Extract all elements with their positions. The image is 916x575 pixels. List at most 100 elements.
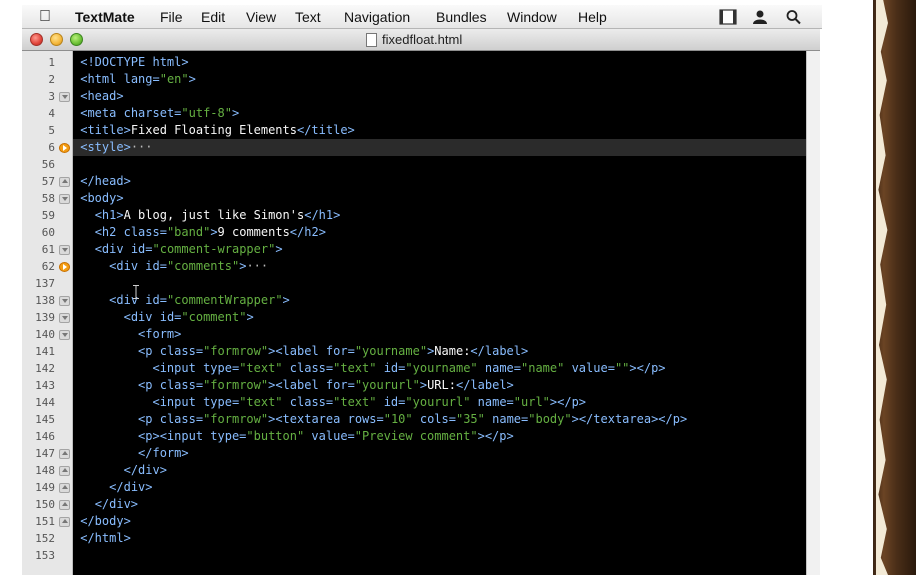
- code-line[interactable]: <p class="formrow"><label for="yoururl">…: [73, 377, 806, 394]
- window-close-button[interactable]: [30, 33, 43, 46]
- window-title: fixedfloat.html: [382, 32, 463, 47]
- line-number: 147: [35, 447, 55, 460]
- code-line[interactable]: <body>: [73, 190, 806, 207]
- line-number-gutter[interactable]: 1 2 3 4 5 6 56 57 58 59 60 61 62 137 138 139 140 141 142 14…: [22, 51, 73, 575]
- spotlight-search-icon[interactable]: [785, 9, 803, 25]
- code-line[interactable]: <p class="formrow"><label for="yourname"…: [73, 343, 806, 360]
- code-line[interactable]: <div id="commentWrapper">: [73, 292, 806, 309]
- code-line[interactable]: <title>Fixed Floating Elements</title>: [73, 122, 806, 139]
- code-token: >: [282, 293, 290, 307]
- document-proxy-icon[interactable]: [366, 33, 377, 47]
- code-line[interactable]: <h1>A blog, just like Simon's</h1>: [73, 207, 806, 224]
- code-line[interactable]: [73, 156, 806, 173]
- code-line[interactable]: <p><input type="button" value="Preview c…: [73, 428, 806, 445]
- code-line[interactable]: <html lang="en">: [73, 71, 806, 88]
- menu-window[interactable]: Window: [507, 9, 557, 25]
- gutter-row: 58: [22, 190, 73, 207]
- folded-code-ellipsis[interactable]: ···: [131, 140, 153, 154]
- gutter-row: 142: [22, 360, 73, 377]
- fold-end-icon[interactable]: [59, 517, 70, 527]
- code-token: "comment": [181, 310, 247, 324]
- apple-menu-icon[interactable]: : [39, 8, 51, 26]
- code-line-current[interactable]: <style>···: [73, 139, 806, 156]
- code-line[interactable]: </head>: [73, 173, 806, 190]
- line-number: 151: [35, 515, 55, 528]
- fold-end-icon[interactable]: [59, 466, 70, 476]
- line-number: 149: [35, 481, 55, 494]
- user-account-icon[interactable]: [751, 9, 769, 25]
- code-editor[interactable]: <!DOCTYPE html> <html lang="en"> <head> …: [73, 51, 806, 575]
- menu-navigation[interactable]: Navigation: [344, 9, 410, 25]
- code-line[interactable]: <div id="comments">···: [73, 258, 806, 275]
- menu-view[interactable]: View: [246, 9, 276, 25]
- code-line[interactable]: <input type="text" class="text" id="your…: [73, 394, 806, 411]
- fold-start-icon[interactable]: [59, 194, 70, 204]
- code-line[interactable]: <div id="comment">: [73, 309, 806, 326]
- vertical-scrollbar[interactable]: [806, 51, 820, 575]
- code-token: "10": [383, 412, 413, 426]
- gutter-row: 151: [22, 513, 73, 530]
- fold-collapsed-icon[interactable]: [59, 143, 70, 153]
- fold-start-icon[interactable]: [59, 296, 70, 306]
- code-line[interactable]: <meta charset="utf-8">: [73, 105, 806, 122]
- menu-text[interactable]: Text: [295, 9, 321, 25]
- code-line[interactable]: </html>: [73, 530, 806, 547]
- line-number: 150: [35, 498, 55, 511]
- code-token: A blog, just like Simon's: [123, 208, 305, 222]
- menu-edit[interactable]: Edit: [201, 9, 225, 25]
- line-number: 56: [41, 158, 55, 171]
- code-token: value=: [304, 429, 355, 443]
- window-zoom-button[interactable]: [70, 33, 83, 46]
- code-line[interactable]: </div>: [73, 462, 806, 479]
- gutter-row: 146: [22, 428, 73, 445]
- code-token: </h2>: [289, 225, 326, 239]
- code-token: </title>: [296, 123, 355, 137]
- menu-file[interactable]: File: [160, 9, 183, 25]
- window-title-bar[interactable]: fixedfloat.html: [22, 29, 820, 51]
- code-token: name=: [484, 412, 529, 426]
- fold-start-icon[interactable]: [59, 313, 70, 323]
- code-token: "commentWrapper": [166, 293, 283, 307]
- code-line[interactable]: <div id="comment-wrapper">: [73, 241, 806, 258]
- fold-end-icon[interactable]: [59, 483, 70, 493]
- code-line[interactable]: <head>: [73, 88, 806, 105]
- code-line[interactable]: <input type="text" class="text" id="your…: [73, 360, 806, 377]
- fold-start-icon[interactable]: [59, 92, 70, 102]
- fold-collapsed-icon[interactable]: [59, 262, 70, 272]
- code-token: lang=: [123, 72, 160, 86]
- menu-app-name[interactable]: TextMate: [75, 9, 135, 25]
- menu-bundles[interactable]: Bundles: [436, 9, 487, 25]
- fold-end-icon[interactable]: [59, 500, 70, 510]
- code-line[interactable]: </div>: [73, 479, 806, 496]
- screen-recording-icon[interactable]: [719, 9, 737, 25]
- folded-code-ellipsis[interactable]: ···: [246, 259, 268, 273]
- menu-help[interactable]: Help: [578, 9, 607, 25]
- gutter-row: 62: [22, 258, 73, 275]
- gutter-row: 144: [22, 394, 73, 411]
- fold-start-icon[interactable]: [59, 245, 70, 255]
- gutter-row: 145: [22, 411, 73, 428]
- code-token: "comments": [166, 259, 240, 273]
- code-line[interactable]: </div>: [73, 496, 806, 513]
- code-line[interactable]: <h2 class="band">9 comments</h2>: [73, 224, 806, 241]
- line-number: 139: [35, 311, 55, 324]
- code-line[interactable]: </body>: [73, 513, 806, 530]
- code-line[interactable]: <form>: [73, 326, 806, 343]
- code-token: for=: [325, 344, 355, 358]
- code-line[interactable]: [73, 275, 806, 292]
- code-token: <input: [152, 395, 204, 409]
- code-token: rows=: [347, 412, 384, 426]
- code-token: class=: [159, 378, 204, 392]
- code-line[interactable]: <!DOCTYPE html>: [73, 54, 806, 71]
- code-line[interactable]: <p class="formrow"><textarea rows="10" c…: [73, 411, 806, 428]
- window-minimize-button[interactable]: [50, 33, 63, 46]
- gutter-row: 147: [22, 445, 73, 462]
- fold-start-icon[interactable]: [59, 330, 70, 340]
- code-line[interactable]: </form>: [73, 445, 806, 462]
- fold-end-icon[interactable]: [59, 177, 70, 187]
- fold-end-icon[interactable]: [59, 449, 70, 459]
- code-line[interactable]: [73, 547, 806, 564]
- code-token: name=: [477, 361, 521, 375]
